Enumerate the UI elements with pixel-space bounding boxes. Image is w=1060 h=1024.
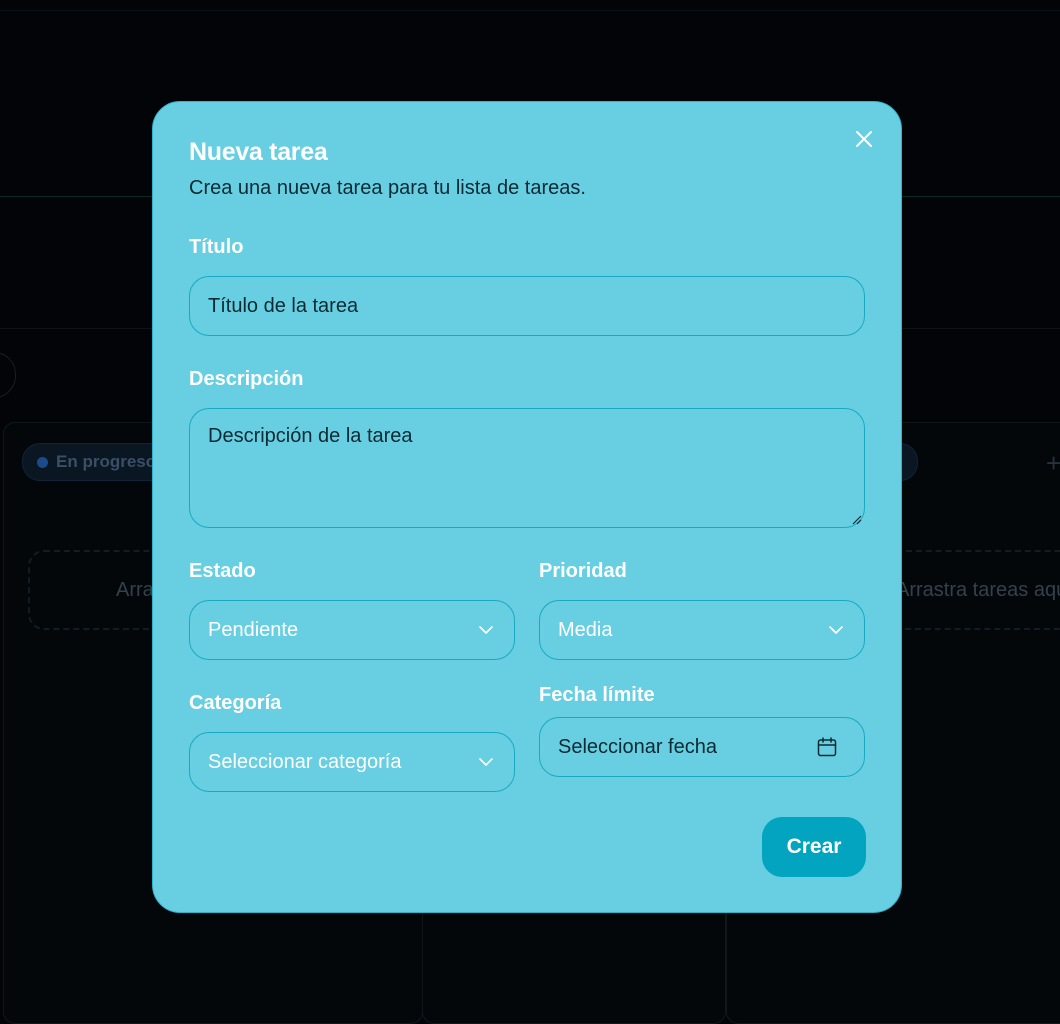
- description-label: Descripción: [189, 368, 303, 391]
- column-status-badge: En progreso: [22, 443, 171, 481]
- status-label: Estado: [189, 560, 256, 583]
- category-label: Categoría: [189, 692, 281, 715]
- plus-icon: +: [1046, 448, 1060, 479]
- dialog-title: Nueva tarea: [189, 138, 327, 167]
- due-date-label: Fecha límite: [539, 684, 655, 707]
- close-button[interactable]: [853, 128, 875, 150]
- title-placeholder: Título de la tarea: [208, 295, 358, 318]
- calendar-icon: [816, 736, 838, 758]
- priority-select[interactable]: Media: [539, 600, 865, 660]
- status-dot: [37, 457, 48, 468]
- drop-zone: Arrastra tareas aquí: [880, 550, 1060, 630]
- status-value: Pendiente: [208, 619, 298, 642]
- close-icon: [853, 128, 875, 150]
- new-task-dialog: Nueva tarea Crea una nueva tarea para tu…: [152, 101, 902, 913]
- due-date-picker[interactable]: Seleccionar fecha: [539, 717, 865, 777]
- column-status-label: En progreso: [56, 452, 156, 472]
- due-date-value: Seleccionar fecha: [558, 736, 717, 759]
- drop-zone-hint: Arrastra tareas aquí: [896, 579, 1060, 602]
- create-button[interactable]: Crear: [762, 817, 866, 877]
- resize-grip-icon[interactable]: [850, 513, 862, 525]
- title-label: Título: [189, 236, 243, 259]
- description-placeholder: Descripción de la tarea: [208, 425, 413, 448]
- chevron-down-icon: [478, 755, 494, 769]
- description-textarea[interactable]: Descripción de la tarea: [189, 408, 865, 528]
- category-value: Seleccionar categoría: [208, 751, 401, 774]
- status-select[interactable]: Pendiente: [189, 600, 515, 660]
- filter-pill: [0, 352, 16, 398]
- chevron-down-icon: [478, 623, 494, 637]
- priority-value: Media: [558, 619, 612, 642]
- dialog-subtitle: Crea una nueva tarea para tu lista de ta…: [189, 177, 586, 200]
- title-input[interactable]: Título de la tarea: [189, 276, 865, 336]
- priority-label: Prioridad: [539, 560, 627, 583]
- chevron-down-icon: [828, 623, 844, 637]
- category-select[interactable]: Seleccionar categoría: [189, 732, 515, 792]
- top-divider: [0, 10, 1060, 11]
